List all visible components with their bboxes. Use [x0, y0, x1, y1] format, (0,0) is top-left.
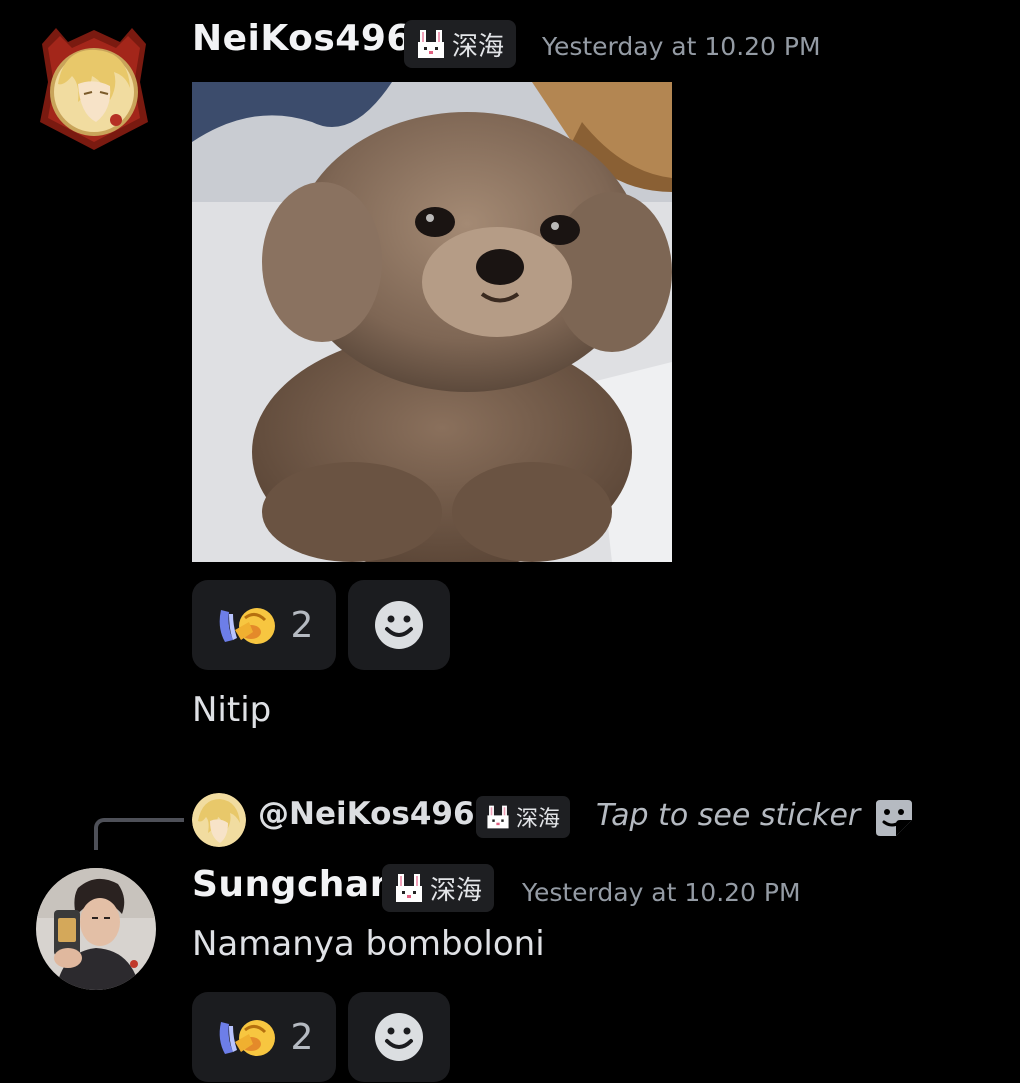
reply-server-tag[interactable]: 深海	[476, 796, 571, 838]
reply-connector-line	[94, 818, 184, 850]
sticker-icon	[876, 800, 912, 836]
add-reaction-icon	[375, 601, 423, 649]
reaction-count: 2	[290, 1016, 314, 1058]
add-reaction-button[interactable]	[348, 580, 450, 670]
message-timestamp: Yesterday at 10.20 PM	[542, 32, 821, 61]
message-text: Nitip	[192, 690, 272, 730]
reply-server-tag-label: 深海	[516, 807, 561, 832]
add-reaction-icon	[375, 1013, 423, 1061]
server-tag-label: 深海	[452, 31, 505, 62]
avatar-sungchan[interactable]	[36, 868, 156, 990]
pray-emoji-icon	[219, 608, 275, 644]
message-text: Namanya bomboloni	[192, 924, 545, 964]
reply-avatar[interactable]	[192, 793, 246, 847]
poodle-photo[interactable]	[192, 82, 672, 562]
reaction-pray[interactable]: 2	[192, 580, 336, 670]
server-tag[interactable]: 深海	[382, 864, 495, 912]
avatar-neikos496[interactable]	[34, 22, 154, 152]
bunny-icon	[487, 805, 509, 829]
message-author-name[interactable]: Sungchan	[192, 864, 396, 905]
message-author-name[interactable]: NeiKos496	[192, 18, 412, 59]
reaction-pray[interactable]: 2	[192, 992, 336, 1082]
bunny-icon	[418, 30, 444, 58]
bunny-icon	[396, 874, 422, 902]
reply-mention[interactable]: @NeiKos496	[258, 796, 475, 832]
message-timestamp: Yesterday at 10.20 PM	[522, 878, 801, 907]
reply-preview-text[interactable]: Tap to see sticker	[596, 798, 860, 833]
add-reaction-button[interactable]	[348, 992, 450, 1082]
server-tag-label: 深海	[430, 875, 483, 906]
server-tag[interactable]: 深海	[404, 20, 517, 68]
reaction-count: 2	[290, 604, 314, 646]
chat-view: NeiKos496 深海 Yesterday at 10.20 PM 2 Nit…	[0, 0, 1020, 1083]
pray-emoji-icon	[219, 1020, 275, 1056]
